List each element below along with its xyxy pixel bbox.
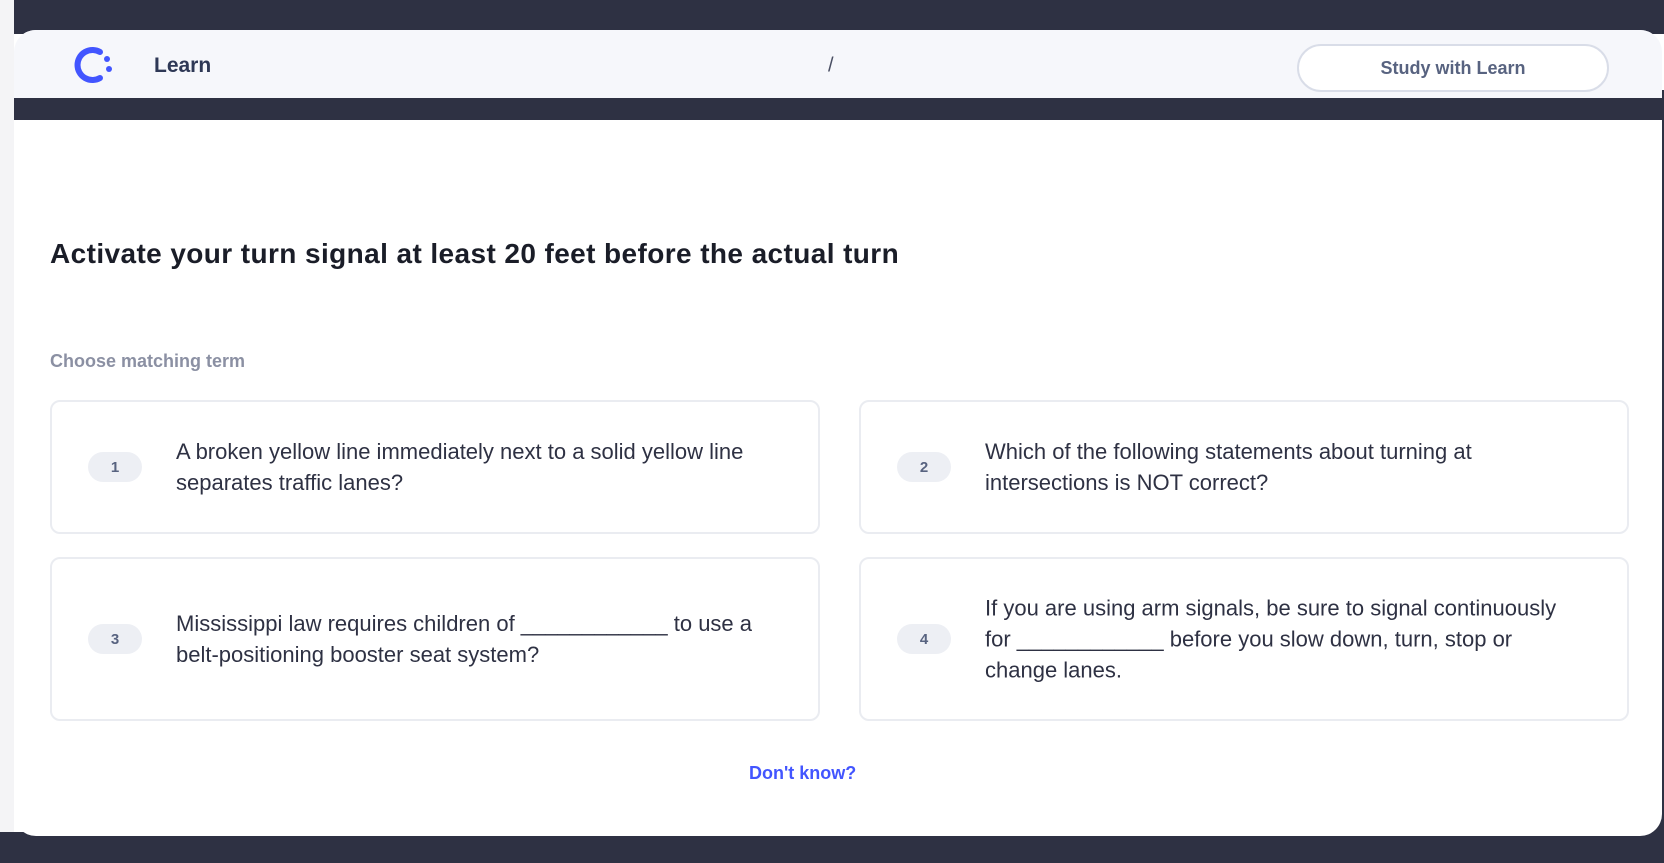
option-text: A broken yellow line immediately next to… [176, 439, 744, 495]
option-number-badge: 2 [897, 452, 951, 482]
option-text: Mississippi law requires children of ___… [176, 611, 753, 667]
question-modal: Learn / Study with Learn Activate your t… [14, 30, 1662, 836]
answer-option-4[interactable]: 4 If you are using arm signals, be sure … [859, 557, 1629, 721]
question-text: Activate your turn signal at least 20 fe… [50, 238, 900, 269]
option-number-badge: 4 [897, 624, 951, 654]
answer-option-3[interactable]: 3 Mississippi law requires children of _… [50, 557, 820, 721]
header-dark-bar [14, 98, 1662, 120]
learn-logo-icon[interactable] [70, 44, 118, 86]
header: Learn / Study with Learn [14, 30, 1662, 99]
answer-option-2[interactable]: 2 Which of the following statements abou… [859, 400, 1629, 534]
option-number-badge: 1 [88, 452, 142, 482]
dont-know-link[interactable]: Don't know? [749, 763, 856, 784]
breadcrumb-separator: / [828, 54, 834, 77]
option-number-badge: 3 [88, 624, 142, 654]
left-page-edge [0, 0, 14, 863]
choose-prompt: Choose matching term [50, 351, 246, 371]
answer-option-1[interactable]: 1 A broken yellow line immediately next … [50, 400, 820, 534]
top-dark-strip [0, 0, 1664, 34]
option-text: Which of the following statements about … [985, 439, 1472, 495]
bottom-dark-band [0, 832, 1664, 863]
study-with-learn-button[interactable]: Study with Learn [1297, 44, 1609, 92]
option-text: If you are using arm signals, be sure to… [985, 595, 1557, 683]
brand-name: Learn [154, 54, 212, 77]
